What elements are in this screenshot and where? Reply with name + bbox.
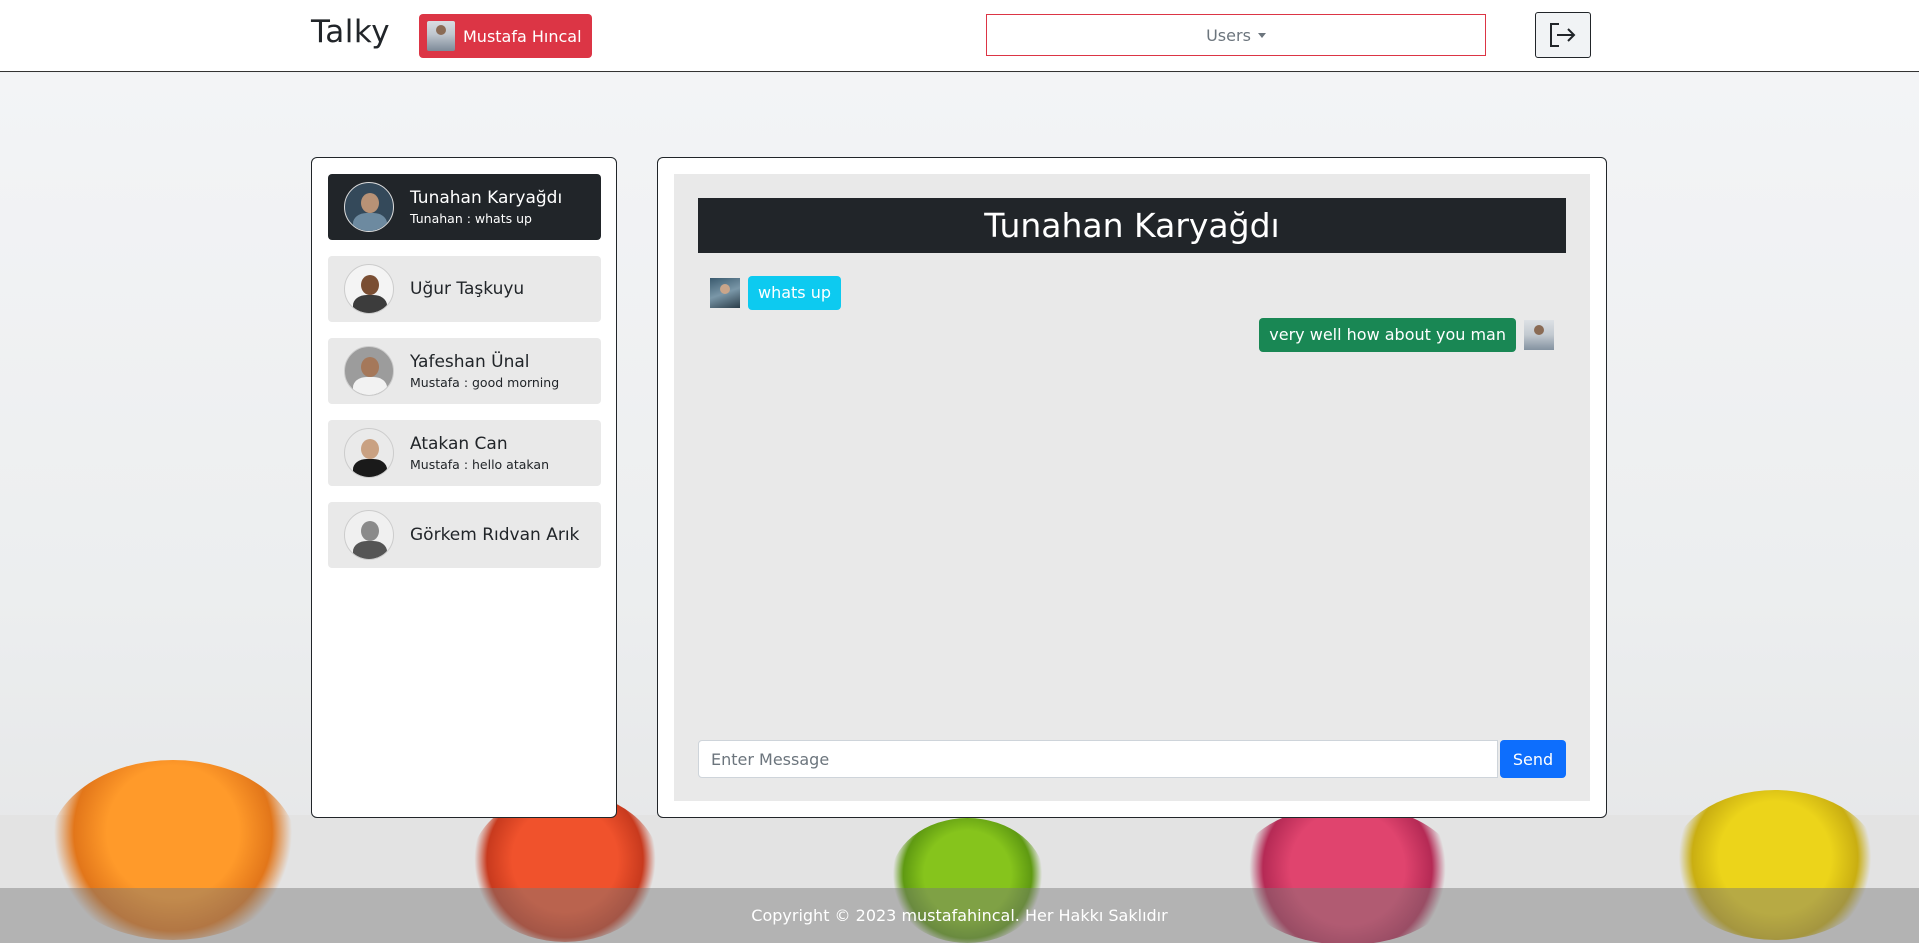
users-dropdown[interactable]: Users bbox=[986, 14, 1486, 56]
avatar bbox=[344, 264, 394, 314]
footer-copyright: Copyright © 2023 mustafahincal. Her Hakk… bbox=[751, 906, 1168, 925]
logout-button[interactable] bbox=[1535, 12, 1591, 58]
message-composer: Send bbox=[698, 740, 1566, 778]
avatar bbox=[344, 182, 394, 232]
navbar: Talky Mustafa Hıncal Users bbox=[0, 0, 1919, 72]
conversation-preview: Tunahan : whats up bbox=[410, 210, 532, 226]
logout-icon bbox=[1550, 23, 1576, 47]
conversation-name: Görkem Rıdvan Arık bbox=[410, 525, 580, 545]
message-bubble: very well how about you man bbox=[1259, 318, 1516, 352]
conversation-preview: Mustafa : hello atakan bbox=[410, 456, 550, 472]
message-outgoing: very well how about you man bbox=[1259, 318, 1554, 352]
avatar bbox=[344, 510, 394, 560]
conversation-list: Tunahan Karyağdı Tunahan : whats up Uğur… bbox=[311, 157, 617, 818]
footer: Copyright © 2023 mustafahincal. Her Hakk… bbox=[0, 888, 1919, 943]
conversation-item-gorkem[interactable]: Görkem Rıdvan Arık bbox=[328, 502, 601, 568]
chat-panel: Tunahan Karyağdı whats up very well how … bbox=[657, 157, 1607, 818]
users-dropdown-label: Users bbox=[1206, 25, 1251, 45]
conversation-name: Uğur Taşkuyu bbox=[410, 279, 525, 299]
conversation-item-ugur[interactable]: Uğur Taşkuyu bbox=[328, 256, 601, 322]
avatar bbox=[344, 428, 394, 478]
avatar bbox=[344, 346, 394, 396]
message-input[interactable] bbox=[698, 740, 1498, 778]
conversation-item-yafeshan[interactable]: Yafeshan Ünal Mustafa : good morning bbox=[328, 338, 601, 404]
conversation-name: Atakan Can bbox=[410, 433, 508, 454]
brand-logo[interactable]: Talky bbox=[311, 14, 390, 50]
message-incoming: whats up bbox=[710, 276, 842, 310]
conversation-item-atakan[interactable]: Atakan Can Mustafa : hello atakan bbox=[328, 420, 601, 486]
conversation-name: Tunahan Karyağdı bbox=[410, 187, 563, 208]
current-user-name: Mustafa Hıncal bbox=[463, 26, 582, 46]
conversation-name: Yafeshan Ünal bbox=[410, 351, 530, 372]
chat-body: Tunahan Karyağdı whats up very well how … bbox=[674, 174, 1590, 801]
conversation-item-tunahan[interactable]: Tunahan Karyağdı Tunahan : whats up bbox=[328, 174, 601, 240]
conversation-preview: Mustafa : good morning bbox=[410, 374, 560, 390]
chat-title: Tunahan Karyağdı bbox=[698, 198, 1566, 253]
sender-avatar bbox=[710, 278, 740, 308]
current-user-button[interactable]: Mustafa Hıncal bbox=[419, 14, 592, 58]
user-avatar bbox=[427, 21, 455, 51]
message-bubble: whats up bbox=[748, 276, 842, 310]
send-button[interactable]: Send bbox=[1500, 740, 1566, 778]
chevron-down-icon bbox=[1257, 32, 1266, 38]
sender-avatar bbox=[1524, 320, 1554, 350]
